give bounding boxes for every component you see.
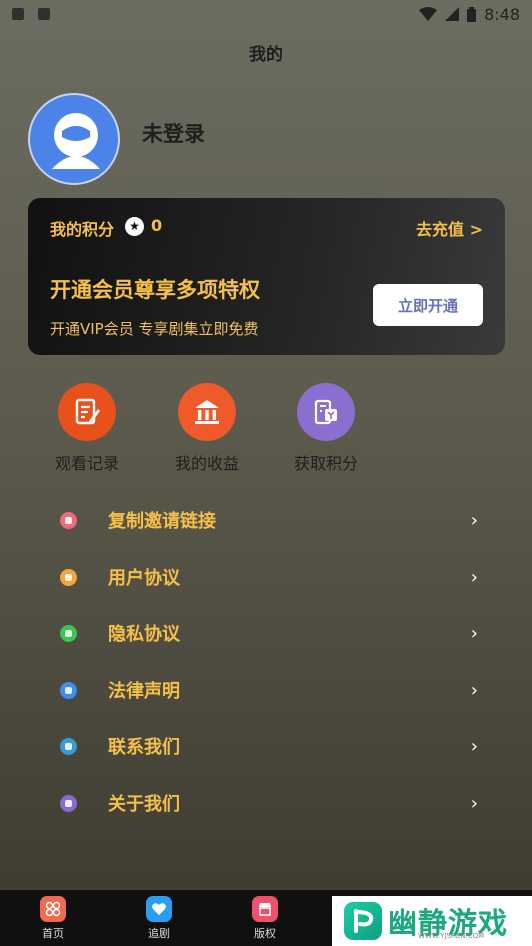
menu-item-legal-statement[interactable]: 法律声明 › — [0, 665, 532, 715]
menu-item-label: 关于我们 — [108, 794, 180, 815]
flag-icon — [60, 681, 77, 699]
history-icon — [58, 383, 116, 441]
username[interactable]: 未登录 — [142, 118, 205, 148]
menu-item-about-us[interactable]: 关于我们 › — [0, 778, 532, 828]
menu-item-label: 隐私协议 — [108, 624, 180, 645]
vip-card: 我的积分 ★ 0 去充值 > 开通会员尊享多项特权 开通VIP会员 专享剧集立即… — [28, 198, 505, 355]
points-value: 0 — [151, 216, 163, 235]
chevron-right-icon: › — [470, 509, 478, 531]
quick-get-points[interactable]: 获取积分 — [276, 383, 376, 474]
quick-label: 获取积分 — [293, 454, 358, 473]
lock-icon — [60, 624, 77, 642]
menu-item-label: 法律声明 — [108, 681, 180, 702]
chevron-right-icon: › — [470, 792, 478, 814]
tag-icon — [60, 511, 77, 529]
home-icon — [40, 896, 66, 922]
menu-item-copy-invite-link[interactable]: 复制邀请链接 › — [0, 495, 532, 545]
points-label: 我的积分 — [50, 220, 115, 239]
chevron-right-icon: › — [470, 622, 478, 644]
app-notification-icon — [38, 8, 50, 20]
quick-my-earnings[interactable]: 我的收益 — [157, 383, 257, 474]
chevron-right-icon: › — [470, 566, 478, 588]
battery-icon — [467, 6, 477, 22]
bank-icon — [178, 383, 236, 441]
recharge-link[interactable]: 去充值 > — [416, 216, 483, 240]
menu-item-label: 用户协议 — [108, 568, 180, 589]
open-vip-button[interactable]: 立即开通 — [373, 284, 483, 326]
document-icon — [60, 568, 77, 586]
wifi-icon — [419, 7, 438, 21]
notification-icon — [12, 8, 24, 20]
vip-subtitle: 开通VIP会员 专享剧集立即免费 — [50, 320, 259, 338]
tab-label: 首页 — [42, 927, 64, 940]
chevron-right-icon: › — [470, 735, 478, 757]
quick-label: 观看记录 — [54, 454, 119, 473]
tab-follow[interactable]: 追剧 — [129, 896, 189, 941]
menu-item-label: 联系我们 — [108, 737, 180, 758]
page-title: 我的 — [249, 45, 283, 65]
menu-item-label: 复制邀请链接 — [108, 511, 216, 532]
watermark: 幽静游戏 WWW.YJSREN.COM — [332, 896, 532, 946]
tab-label: 追剧 — [148, 927, 170, 940]
vip-title: 开通会员尊享多项特权 — [50, 278, 260, 302]
points-icon — [297, 383, 355, 441]
quick-label: 我的收益 — [174, 454, 239, 473]
user-avatar-icon — [52, 113, 100, 169]
clock: 8:48 — [484, 4, 520, 24]
avatar[interactable] — [28, 93, 120, 185]
status-bar: 8:48 — [0, 0, 532, 28]
tab-home[interactable]: 首页 — [23, 896, 83, 941]
menu-item-user-agreement[interactable]: 用户协议 › — [0, 552, 532, 602]
chevron-right-icon: › — [470, 679, 478, 701]
quick-watch-history[interactable]: 观看记录 — [37, 383, 137, 474]
signal-icon — [445, 7, 460, 21]
tab-copyright[interactable]: 版权 — [235, 896, 295, 941]
watermark-url: WWW.YJSREN.COM — [418, 932, 485, 940]
phone-icon — [60, 737, 77, 755]
menu-item-contact-us[interactable]: 联系我们 › — [0, 721, 532, 771]
info-icon — [60, 794, 77, 812]
heart-icon — [146, 896, 172, 922]
star-icon: ★ — [125, 217, 144, 236]
tab-label: 版权 — [254, 927, 276, 940]
shop-icon — [252, 896, 278, 922]
watermark-logo — [344, 902, 382, 940]
menu-item-privacy-agreement[interactable]: 隐私协议 › — [0, 608, 532, 658]
